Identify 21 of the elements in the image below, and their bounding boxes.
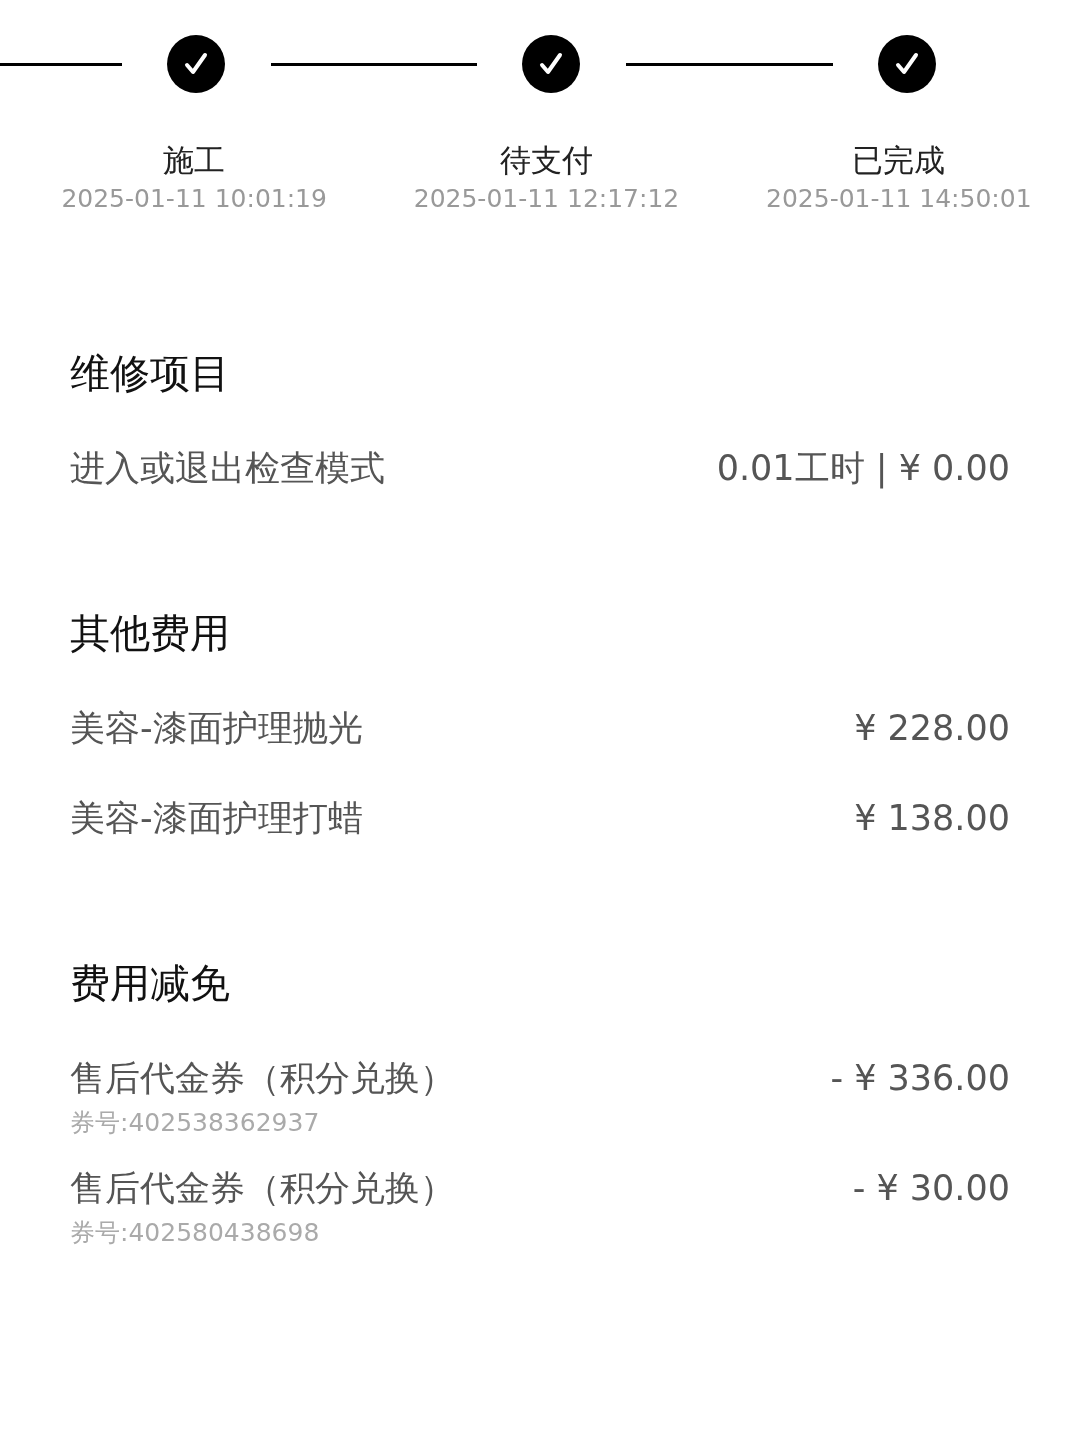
item-name: 美容-漆面护理打蜡 <box>70 796 363 840</box>
coupon-number: 券号:402580438698 <box>70 1218 321 1248</box>
section-title: 维修项目 <box>70 349 231 398</box>
item-amount: 0.01工时 | ¥ 0.00 <box>716 446 1010 491</box>
step-label: 施工 <box>163 141 226 180</box>
item-name: 售后代金券（积分兑换） <box>70 1056 455 1100</box>
item-amount: - ¥ 336.00 <box>830 1056 1010 1100</box>
section-title: 费用减免 <box>70 959 231 1008</box>
item-name: 售后代金券（积分兑换） <box>70 1166 455 1210</box>
item-amount: ¥ 138.00 <box>854 796 1010 840</box>
item-amount: - ¥ 30.00 <box>852 1166 1010 1210</box>
coupon-number: 券号:402538362937 <box>70 1108 321 1138</box>
item-amount: ¥ 228.00 <box>854 706 1010 750</box>
step-time: 2025-01-11 12:17:12 <box>413 183 680 215</box>
step-label: 待支付 <box>500 141 593 180</box>
step-label: 已完成 <box>852 141 946 180</box>
item-name: 美容-漆面护理抛光 <box>70 706 363 750</box>
section-title: 其他费用 <box>70 609 231 658</box>
step-time: 2025-01-11 10:01:19 <box>61 183 327 215</box>
item-name: 进入或退出检查模式 <box>70 446 385 490</box>
step-time: 2025-01-11 14:50:01 <box>766 183 1032 215</box>
